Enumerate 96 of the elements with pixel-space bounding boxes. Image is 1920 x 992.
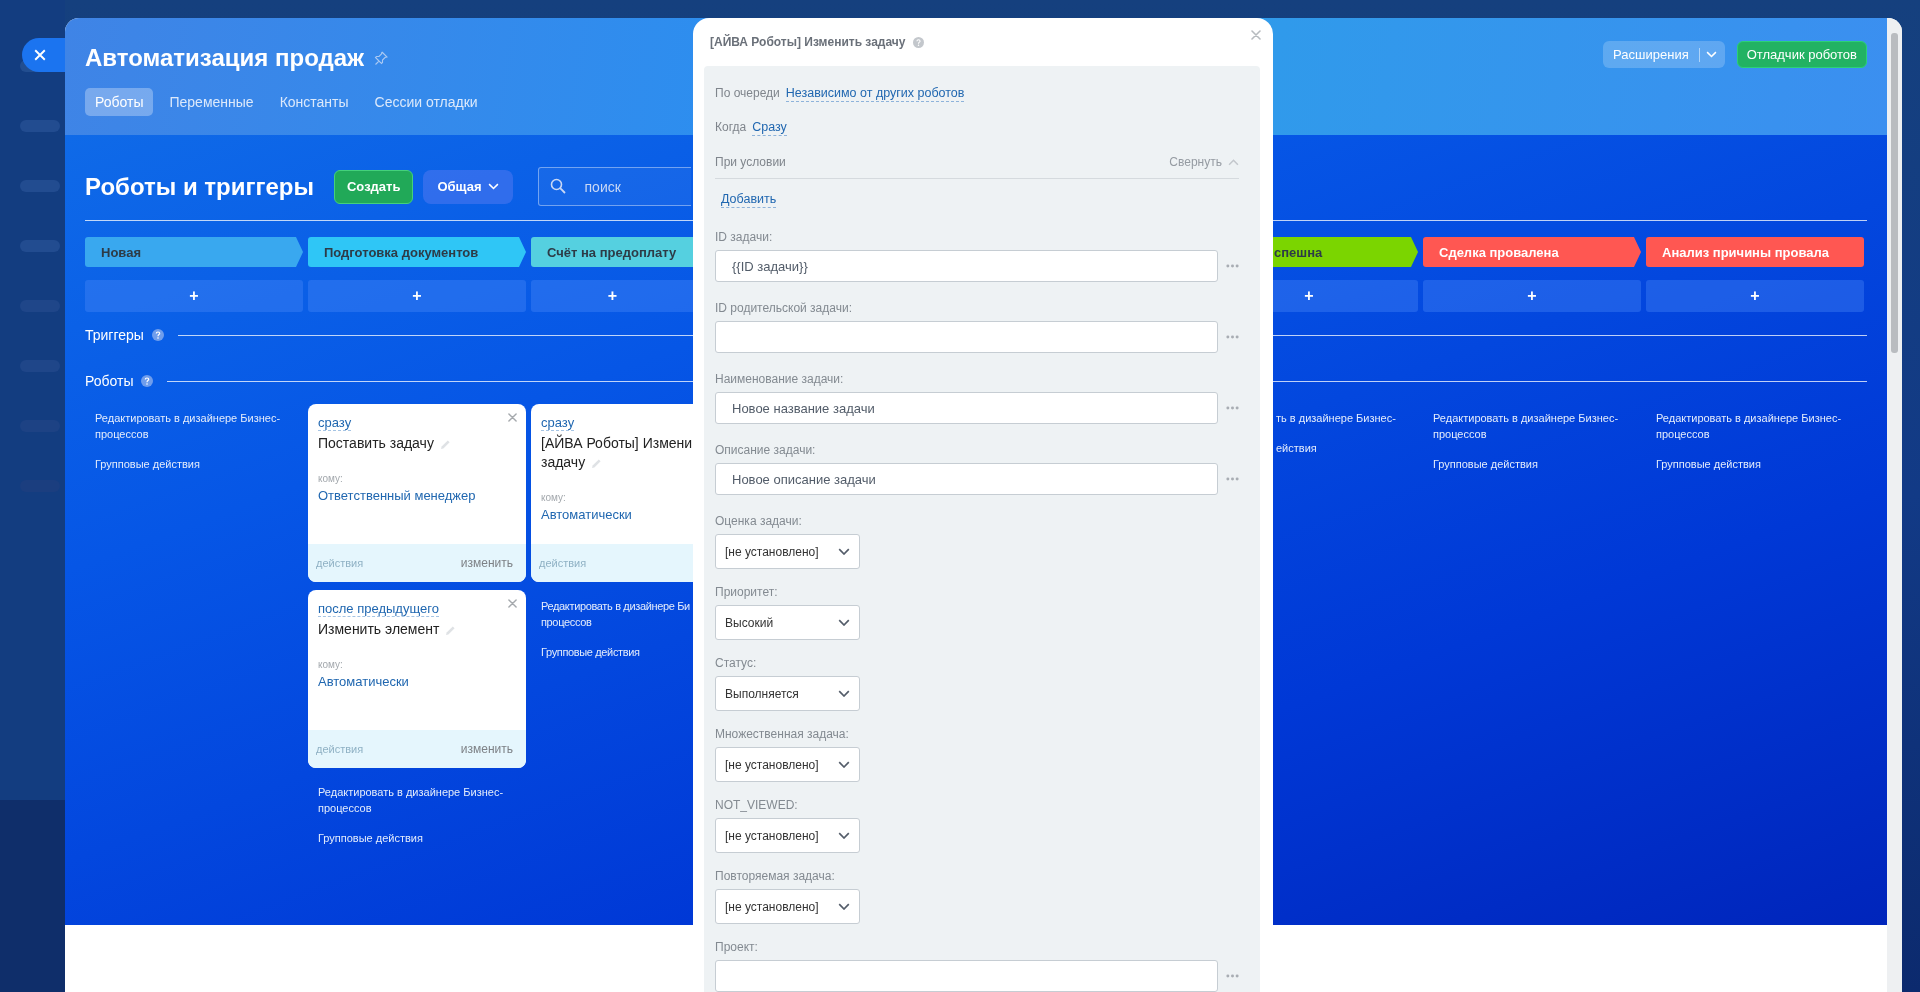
help-icon[interactable] — [151, 329, 164, 341]
add-robot-button[interactable]: + — [308, 280, 526, 312]
select-field[interactable]: [не установлено] — [715, 534, 860, 569]
chevron-down-icon — [838, 547, 850, 556]
add-robot-button[interactable]: + — [85, 280, 303, 312]
text-link[interactable]: ть в дизайнере Бизнес- — [1276, 410, 1408, 426]
recipient-label: кому: — [541, 492, 567, 503]
chevron-up-icon — [1228, 158, 1239, 166]
help-icon[interactable] — [141, 375, 154, 387]
text-link[interactable]: Групповые действия — [1433, 456, 1631, 472]
pencil-icon[interactable] — [439, 438, 451, 450]
recipient-label: кому: — [318, 473, 344, 484]
recipient-label: кому: — [318, 659, 344, 670]
more-icon[interactable] — [1226, 264, 1239, 268]
when-label: Когда — [715, 120, 747, 134]
add-robot-button[interactable]: + — [531, 280, 694, 312]
close-icon[interactable] — [1251, 30, 1261, 40]
text-link[interactable]: Редактировать в дизайнере Бизнес-процессов — [95, 410, 293, 442]
more-icon[interactable] — [1226, 406, 1239, 410]
text-field[interactable] — [715, 321, 1218, 353]
field-label: ID родительской задачи: — [715, 301, 853, 317]
field-label: Статус: — [715, 656, 758, 672]
actions-label: действия — [539, 557, 587, 569]
recipient-link[interactable]: Автоматически — [318, 674, 513, 689]
text-field[interactable]: Новое название задачи — [715, 392, 1218, 424]
stage-label[interactable]: Сделка провалена — [1423, 237, 1641, 267]
more-icon[interactable] — [1226, 974, 1239, 978]
chevron-down-icon — [838, 689, 850, 698]
text-field[interactable]: Новое описание задачи — [715, 463, 1218, 495]
field-label: Повторяемая задача: — [715, 869, 836, 885]
search-icon — [549, 178, 566, 194]
select-field[interactable]: [не установлено] — [715, 747, 860, 782]
section-heading: Триггеры — [85, 327, 144, 343]
field-label: Наименование задачи: — [715, 372, 845, 388]
stage-label[interactable]: Подготовка документов — [308, 237, 526, 267]
pencil-icon[interactable] — [445, 624, 457, 636]
chevron-down-icon — [838, 902, 850, 911]
text-link[interactable]: Редактировать в дизайнере Бизнес-процессов — [1656, 410, 1854, 442]
when-link[interactable]: Сразу — [752, 118, 787, 136]
scrollbar[interactable] — [1887, 18, 1902, 992]
robot-card[interactable]: после предыдущего Изменить элемент кому: Автоматически действия изменить — [308, 590, 526, 768]
stage-label[interactable]: Анализ причины провала — [1646, 237, 1864, 267]
delay-link[interactable]: после предыдущего — [318, 601, 439, 617]
stage-label[interactable]: Новая — [85, 237, 303, 267]
close-button[interactable] — [22, 38, 65, 72]
add-condition-link[interactable]: Добавить — [721, 191, 777, 208]
recipient-link[interactable]: Ответственный менеджер — [318, 488, 513, 503]
chevron-down-icon — [1705, 51, 1717, 58]
edit-link[interactable]: изменить — [460, 556, 513, 570]
select-field[interactable]: Выполняется — [715, 676, 860, 711]
more-icon[interactable] — [1226, 477, 1239, 481]
text-link[interactable]: Редактировать в дизайнере Бизнес-процессов — [1433, 410, 1631, 442]
robot-title: Изменить элемент — [318, 620, 513, 639]
section-heading: Роботы — [85, 373, 134, 389]
text-field[interactable]: {{ID задачи}} — [715, 250, 1218, 282]
robot-card[interactable]: сразу Поставить задачу кому: Ответственный менеджер действия изменить — [308, 404, 526, 582]
field-label: Приоритет: — [715, 585, 779, 601]
chevron-down-icon — [838, 760, 850, 769]
text-link[interactable]: ействия — [1276, 440, 1408, 456]
field-label: Множественная задача: — [715, 727, 850, 743]
delay-link[interactable]: сразу — [318, 415, 352, 431]
filter-button[interactable]: Общая — [423, 169, 513, 204]
select-field[interactable]: [не установлено] — [715, 818, 860, 853]
order-link[interactable]: Независимо от других роботов — [785, 84, 965, 102]
select-field[interactable]: Высокий — [715, 605, 860, 640]
actions-label: действия — [316, 743, 364, 755]
delay-link[interactable]: сразу — [541, 415, 575, 431]
close-icon — [34, 49, 46, 61]
field-label: Проект: — [715, 940, 759, 956]
section-title: Роботы и триггеры — [85, 172, 314, 201]
pencil-icon[interactable] — [591, 457, 603, 469]
condition-label: При условии — [715, 155, 786, 169]
add-robot-button[interactable]: + — [1646, 280, 1864, 312]
close-icon[interactable] — [508, 599, 517, 608]
select-field[interactable]: [не установлено] — [715, 889, 860, 924]
text-field[interactable] — [715, 960, 1218, 992]
chevron-down-icon — [838, 618, 850, 627]
actions-label: действия — [316, 557, 364, 569]
text-link[interactable]: Групповые действия — [95, 456, 293, 472]
robot-title: Поставить задачу — [318, 434, 513, 453]
more-icon[interactable] — [1226, 335, 1239, 339]
stage-label[interactable]: Счёт на предоплату — [531, 237, 694, 267]
chevron-down-icon — [487, 183, 499, 190]
order-label: По очереди — [715, 86, 780, 100]
dialog-title: [АЙВА Роботы] Изменить задачу — [710, 35, 906, 49]
pin-icon[interactable] — [374, 51, 389, 65]
field-label: ID задачи: — [715, 230, 774, 246]
close-icon[interactable] — [508, 413, 517, 422]
chevron-down-icon — [838, 831, 850, 840]
text-link[interactable]: Групповые действия — [318, 830, 516, 846]
add-robot-button[interactable]: + — [1423, 280, 1641, 312]
text-link[interactable]: Редактировать в дизайнере Бизнес-процессов — [318, 784, 516, 816]
page-title: Автоматизация продаж — [85, 44, 365, 72]
text-link[interactable]: Групповые действия — [1656, 456, 1854, 472]
edit-link[interactable]: изменить — [460, 742, 513, 756]
field-label: NOT_VIEWED: — [715, 798, 799, 814]
